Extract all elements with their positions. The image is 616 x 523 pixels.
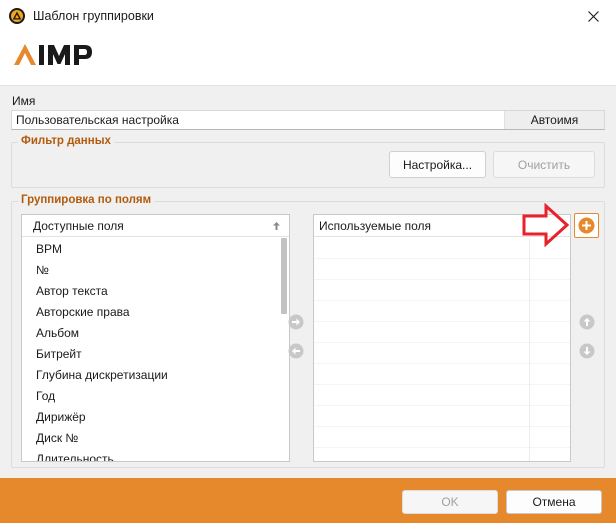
empty-row <box>314 343 570 364</box>
grouping-by-fields-legend: Группировка по полям <box>18 194 155 206</box>
autoname-button[interactable]: Автоимя <box>504 111 604 129</box>
list-item[interactable]: Дирижёр <box>22 406 86 427</box>
empty-row <box>314 406 570 427</box>
scrollbar-thumb[interactable] <box>281 238 287 314</box>
available-fields-header-label: Доступные поля <box>33 218 124 233</box>
available-fields-header[interactable]: Доступные поля <box>22 215 289 237</box>
data-filter-group: Фильтр данных Настройка... Очистить <box>11 135 605 188</box>
empty-row <box>314 301 570 322</box>
used-fields-header-label: Используемые поля <box>319 218 431 233</box>
move-up-button[interactable] <box>579 314 595 330</box>
list-item[interactable]: Год <box>22 385 55 406</box>
empty-row <box>314 322 570 343</box>
available-fields-scrollbar[interactable] <box>280 238 288 460</box>
empty-row <box>314 385 570 406</box>
move-right-button[interactable] <box>288 314 304 330</box>
column-divider <box>529 238 530 461</box>
list-item[interactable]: Битрейт <box>22 343 82 364</box>
dialog-footer: OK Отмена <box>0 478 616 523</box>
close-icon <box>587 10 599 22</box>
used-fields-list[interactable]: Используемые поля <box>313 214 571 462</box>
list-item[interactable]: Альбом <box>22 322 79 343</box>
name-input[interactable] <box>12 111 502 129</box>
list-item[interactable]: № <box>22 259 49 280</box>
title-bar: Шаблон группировки <box>0 0 616 32</box>
list-item[interactable]: Диск № <box>22 427 78 448</box>
list-item[interactable]: Авторские права <box>22 301 130 322</box>
add-icon <box>578 217 595 234</box>
filter-clear-button[interactable]: Очистить <box>493 151 595 178</box>
ok-button[interactable]: OK <box>402 490 498 514</box>
list-item[interactable]: Автор текста <box>22 280 108 301</box>
name-field: Автоимя <box>11 110 605 130</box>
name-label: Имя <box>12 94 36 108</box>
move-down-button[interactable] <box>579 343 595 359</box>
available-fields-list[interactable]: Доступные поля BPM № Автор текста Авторс… <box>21 214 290 462</box>
data-filter-legend: Фильтр данных <box>18 135 114 147</box>
empty-row <box>314 364 570 385</box>
list-item[interactable]: Глубина дискретизации <box>22 364 168 385</box>
annotation-arrow-icon <box>522 203 570 247</box>
empty-row <box>314 259 570 280</box>
add-field-button[interactable] <box>574 213 599 238</box>
window-title: Шаблон группировки <box>33 9 154 23</box>
filter-settings-button[interactable]: Настройка... <box>389 151 486 178</box>
cancel-button[interactable]: Отмена <box>506 490 602 514</box>
list-item[interactable]: BPM <box>22 238 62 259</box>
aimp-app-icon <box>9 8 25 24</box>
move-left-button[interactable] <box>288 343 304 359</box>
aimp-logo <box>14 44 92 65</box>
logo-header <box>0 32 616 86</box>
empty-row <box>314 280 570 301</box>
sort-arrow-up-icon <box>273 222 280 230</box>
list-item[interactable]: Длительность <box>22 448 114 462</box>
close-button[interactable] <box>570 0 616 32</box>
empty-row <box>314 427 570 448</box>
grouping-by-fields-group: Группировка по полям Доступные поля BPM … <box>11 194 605 468</box>
